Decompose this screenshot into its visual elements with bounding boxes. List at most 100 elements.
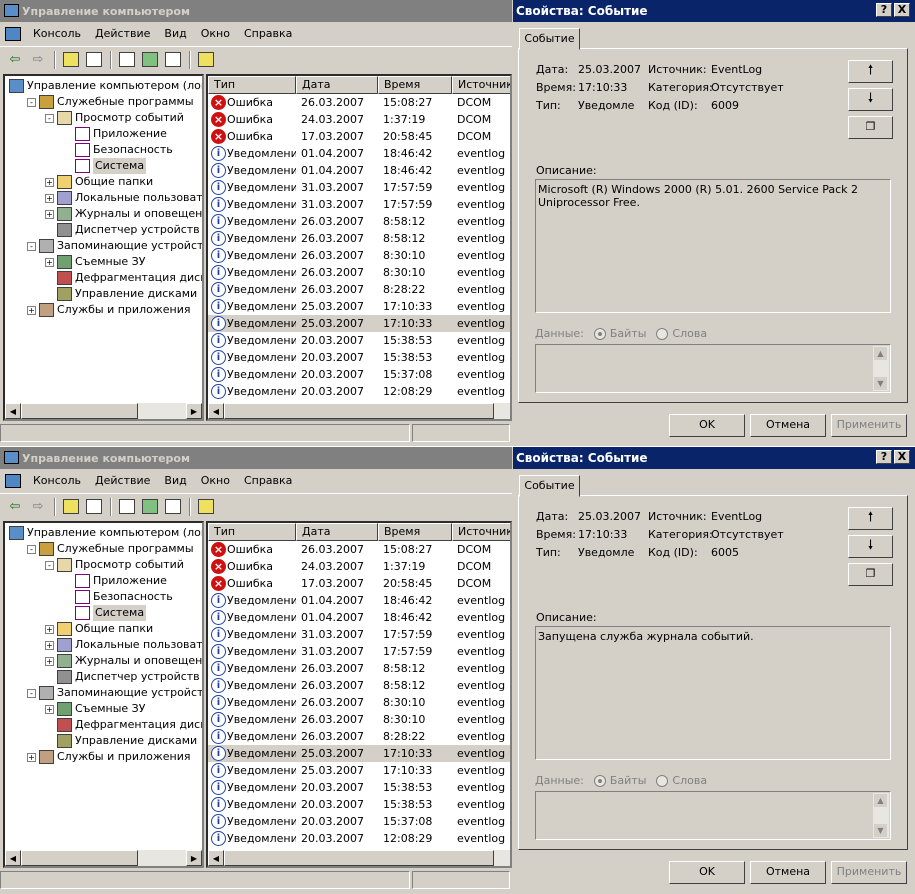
tree-node[interactable]: + Общие папки (45, 174, 153, 190)
data-box[interactable]: ▲ ▼ (535, 344, 891, 393)
help-icon[interactable] (195, 496, 217, 518)
refresh-icon[interactable] (139, 496, 161, 518)
menu-item[interactable]: Действие (89, 25, 158, 43)
scroll-up-icon[interactable]: ▲ (873, 346, 888, 361)
data-vertical-scrollbar[interactable]: ▲ ▼ (873, 346, 889, 391)
tree-horizontal-scrollbar[interactable]: ◀ ▶ (5, 850, 202, 866)
cancel-button[interactable]: Отмена (750, 861, 826, 884)
tree-node[interactable]: Дефрагментация диска (45, 717, 202, 733)
forward-arrow-icon[interactable]: ⇨ (27, 49, 49, 71)
close-button[interactable]: X (894, 450, 910, 464)
menu-item[interactable]: Действие (89, 472, 158, 490)
cancel-button[interactable]: Отмена (750, 414, 826, 437)
scroll-left-icon[interactable]: ◀ (5, 403, 21, 419)
close-button[interactable]: X (894, 3, 910, 17)
table-row[interactable]: iУведомление 26.03.2007 8:28:22 eventlog (208, 728, 510, 745)
table-row[interactable]: iУведомление 01.04.2007 18:46:42 eventlog (208, 592, 510, 609)
table-row[interactable]: iУведомление 26.03.2007 8:58:12 eventlog (208, 213, 510, 230)
table-row[interactable]: iУведомление 31.03.2007 17:57:59 eventlog (208, 196, 510, 213)
tree-node[interactable]: + Журналы и оповещения пр (45, 206, 202, 222)
tree-node[interactable]: + Локальные пользователи и (45, 637, 202, 653)
tree-node[interactable]: Диспетчер устройств (45, 222, 200, 238)
tree-node[interactable]: + Службы и приложения (27, 749, 190, 765)
expand-icon[interactable]: + (45, 177, 54, 187)
next-event-button[interactable]: 🠗 (848, 535, 893, 558)
tree-node[interactable]: + Локальные пользователи и (45, 190, 202, 206)
tree-node[interactable]: - Служебные программы (27, 541, 194, 557)
tree-node[interactable]: + Съемные ЗУ (45, 701, 145, 717)
table-row[interactable]: iУведомление 20.03.2007 15:38:53 eventlog (208, 796, 510, 813)
tree-node[interactable]: Приложение (63, 573, 167, 589)
table-row[interactable]: iУведомление 26.03.2007 8:58:12 eventlog (208, 230, 510, 247)
tree-node[interactable]: Управление компьютером (локаль (9, 78, 202, 94)
words-radio[interactable] (656, 774, 669, 787)
table-row[interactable]: × Ошибка 17.03.2007 20:58:45 DCOM (208, 575, 510, 592)
table-row[interactable]: iУведомление 20.03.2007 15:38:53 eventlog (208, 349, 510, 366)
menu-item[interactable]: Справка (238, 472, 300, 490)
properties-icon[interactable] (116, 496, 138, 518)
tree-node[interactable]: Дефрагментация диска (45, 270, 202, 286)
properties-icon[interactable] (116, 49, 138, 71)
tree-node[interactable]: + Съемные ЗУ (45, 254, 145, 270)
scroll-up-icon[interactable]: ▲ (873, 793, 888, 808)
tree-node[interactable]: - Просмотр событий (45, 557, 184, 573)
scroll-right-icon[interactable]: ▶ (186, 850, 202, 866)
tree-node[interactable]: - Запоминающие устройства (27, 685, 202, 701)
expand-icon[interactable]: + (45, 209, 54, 219)
previous-event-button[interactable]: 🠕 (848, 60, 893, 83)
tree-node[interactable]: + Журналы и оповещения пр (45, 653, 202, 669)
tab-event[interactable]: Событие (519, 475, 580, 497)
tree-horizontal-scrollbar[interactable]: ◀ ▶ (5, 403, 202, 419)
refresh-icon[interactable] (139, 49, 161, 71)
back-arrow-icon[interactable]: ⇦ (4, 49, 26, 71)
table-row[interactable]: iУведомление 26.03.2007 8:58:12 eventlog (208, 677, 510, 694)
description-text[interactable]: Запущена служба журнала событий. (535, 626, 891, 760)
collapse-icon[interactable]: - (45, 113, 54, 123)
help-button[interactable]: ? (876, 3, 892, 17)
tree-node[interactable]: - Просмотр событий (45, 110, 184, 126)
dialog-title-bar[interactable]: Свойства: Событие ? X (513, 0, 915, 22)
window-title-bar[interactable]: Управление компьютером (0, 447, 512, 469)
scroll-left-icon[interactable]: ◀ (208, 403, 224, 419)
menu-item[interactable]: Вид (158, 25, 194, 43)
table-row[interactable]: iУведомление 01.04.2007 18:46:42 eventlog (208, 162, 510, 179)
scroll-thumb[interactable] (224, 850, 494, 866)
column-header[interactable]: Источник (452, 76, 510, 94)
column-header[interactable]: Тип (208, 523, 296, 541)
list-horizontal-scrollbar[interactable]: ◀ (208, 403, 510, 419)
tab-event[interactable]: Событие (519, 28, 580, 50)
menu-item[interactable]: Вид (158, 472, 194, 490)
column-header[interactable]: Дата (296, 523, 378, 541)
scroll-down-icon[interactable]: ▼ (873, 823, 888, 838)
bytes-radio[interactable] (593, 774, 606, 787)
table-row[interactable]: iУведомление 26.03.2007 8:30:10 eventlog (208, 247, 510, 264)
copy-button[interactable]: ❐ (848, 116, 893, 139)
tree-node[interactable]: Диспетчер устройств (45, 669, 200, 685)
previous-event-button[interactable]: 🠕 (848, 507, 893, 530)
table-row[interactable]: iУведомление 20.03.2007 12:08:29 eventlog (208, 830, 510, 847)
tree-node[interactable]: Приложение (63, 126, 167, 142)
menu-item[interactable]: Консоль (27, 25, 89, 43)
table-row[interactable]: × Ошибка 24.03.2007 1:37:19 DCOM (208, 111, 510, 128)
show-hide-tree-icon[interactable] (83, 49, 105, 71)
data-box[interactable]: ▲ ▼ (535, 791, 891, 840)
table-row[interactable]: iУведомление 26.03.2007 8:58:12 eventlog (208, 660, 510, 677)
tree-node[interactable]: Управление компьютером (локаль (9, 525, 202, 541)
table-row[interactable]: iУведомление 25.03.2007 17:10:33 eventlog (208, 298, 510, 315)
tree-node[interactable]: Безопасность (63, 142, 173, 158)
expand-icon[interactable]: + (45, 704, 54, 714)
table-row[interactable]: × Ошибка 26.03.2007 15:08:27 DCOM (208, 94, 510, 111)
help-button[interactable]: ? (876, 450, 892, 464)
expand-icon[interactable]: + (27, 752, 36, 762)
words-radio[interactable] (656, 327, 669, 340)
tree-node[interactable]: + Службы и приложения (27, 302, 190, 318)
ok-button[interactable]: OK (669, 861, 745, 884)
collapse-icon[interactable]: - (27, 97, 36, 107)
help-icon[interactable] (195, 49, 217, 71)
table-row[interactable]: iУведомление 26.03.2007 8:30:10 eventlog (208, 264, 510, 281)
scroll-thumb[interactable] (224, 403, 494, 419)
tree-node[interactable]: - Служебные программы (27, 94, 194, 110)
console-tree[interactable]: Управление компьютером (локаль-Служебные… (3, 521, 204, 868)
forward-arrow-icon[interactable]: ⇨ (27, 496, 49, 518)
scroll-left-icon[interactable]: ◀ (5, 850, 21, 866)
